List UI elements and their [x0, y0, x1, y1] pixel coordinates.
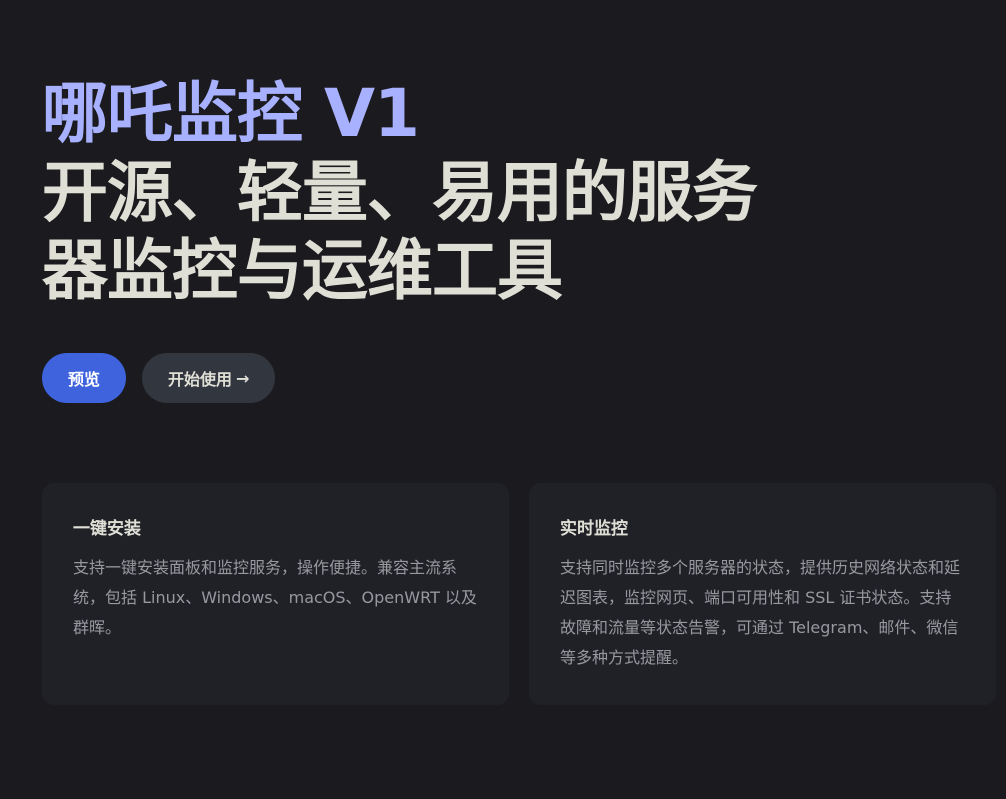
- feature-title: 一键安装: [73, 519, 141, 539]
- hero-actions: 预览 开始使用 →: [42, 353, 276, 403]
- preview-button-label: 预览: [68, 370, 101, 389]
- preview-button[interactable]: 预览: [42, 353, 127, 403]
- feature-details: 支持同时监控多个服务器的状态，提供历史网络状态和延迟图表，监控网页、端口可用性和…: [560, 558, 961, 667]
- hero-name: 哪吒监控 V1: [42, 75, 420, 152]
- get-started-button[interactable]: 开始使用 →: [142, 353, 276, 403]
- hero: 哪吒监控 V1 开源、轻量、易用的服务器监控与运维工具: [42, 74, 802, 310]
- feature-title: 实时监控: [560, 519, 628, 539]
- features: 一键安装 支持一键安装面板和监控服务，操作便捷。兼容主流系统，包括 Linux、…: [42, 483, 996, 705]
- get-started-button-label: 开始使用: [168, 370, 233, 389]
- arrow-right-icon: →: [236, 368, 250, 388]
- feature-card-install: 一键安装 支持一键安装面板和监控服务，操作便捷。兼容主流系统，包括 Linux、…: [42, 483, 509, 705]
- feature-details: 支持一键安装面板和监控服务，操作便捷。兼容主流系统，包括 Linux、Windo…: [73, 558, 477, 637]
- feature-card-monitoring: 实时监控 支持同时监控多个服务器的状态，提供历史网络状态和延迟图表，监控网页、端…: [529, 483, 996, 705]
- hero-tagline: 开源、轻量、易用的服务器监控与运维工具: [42, 154, 758, 309]
